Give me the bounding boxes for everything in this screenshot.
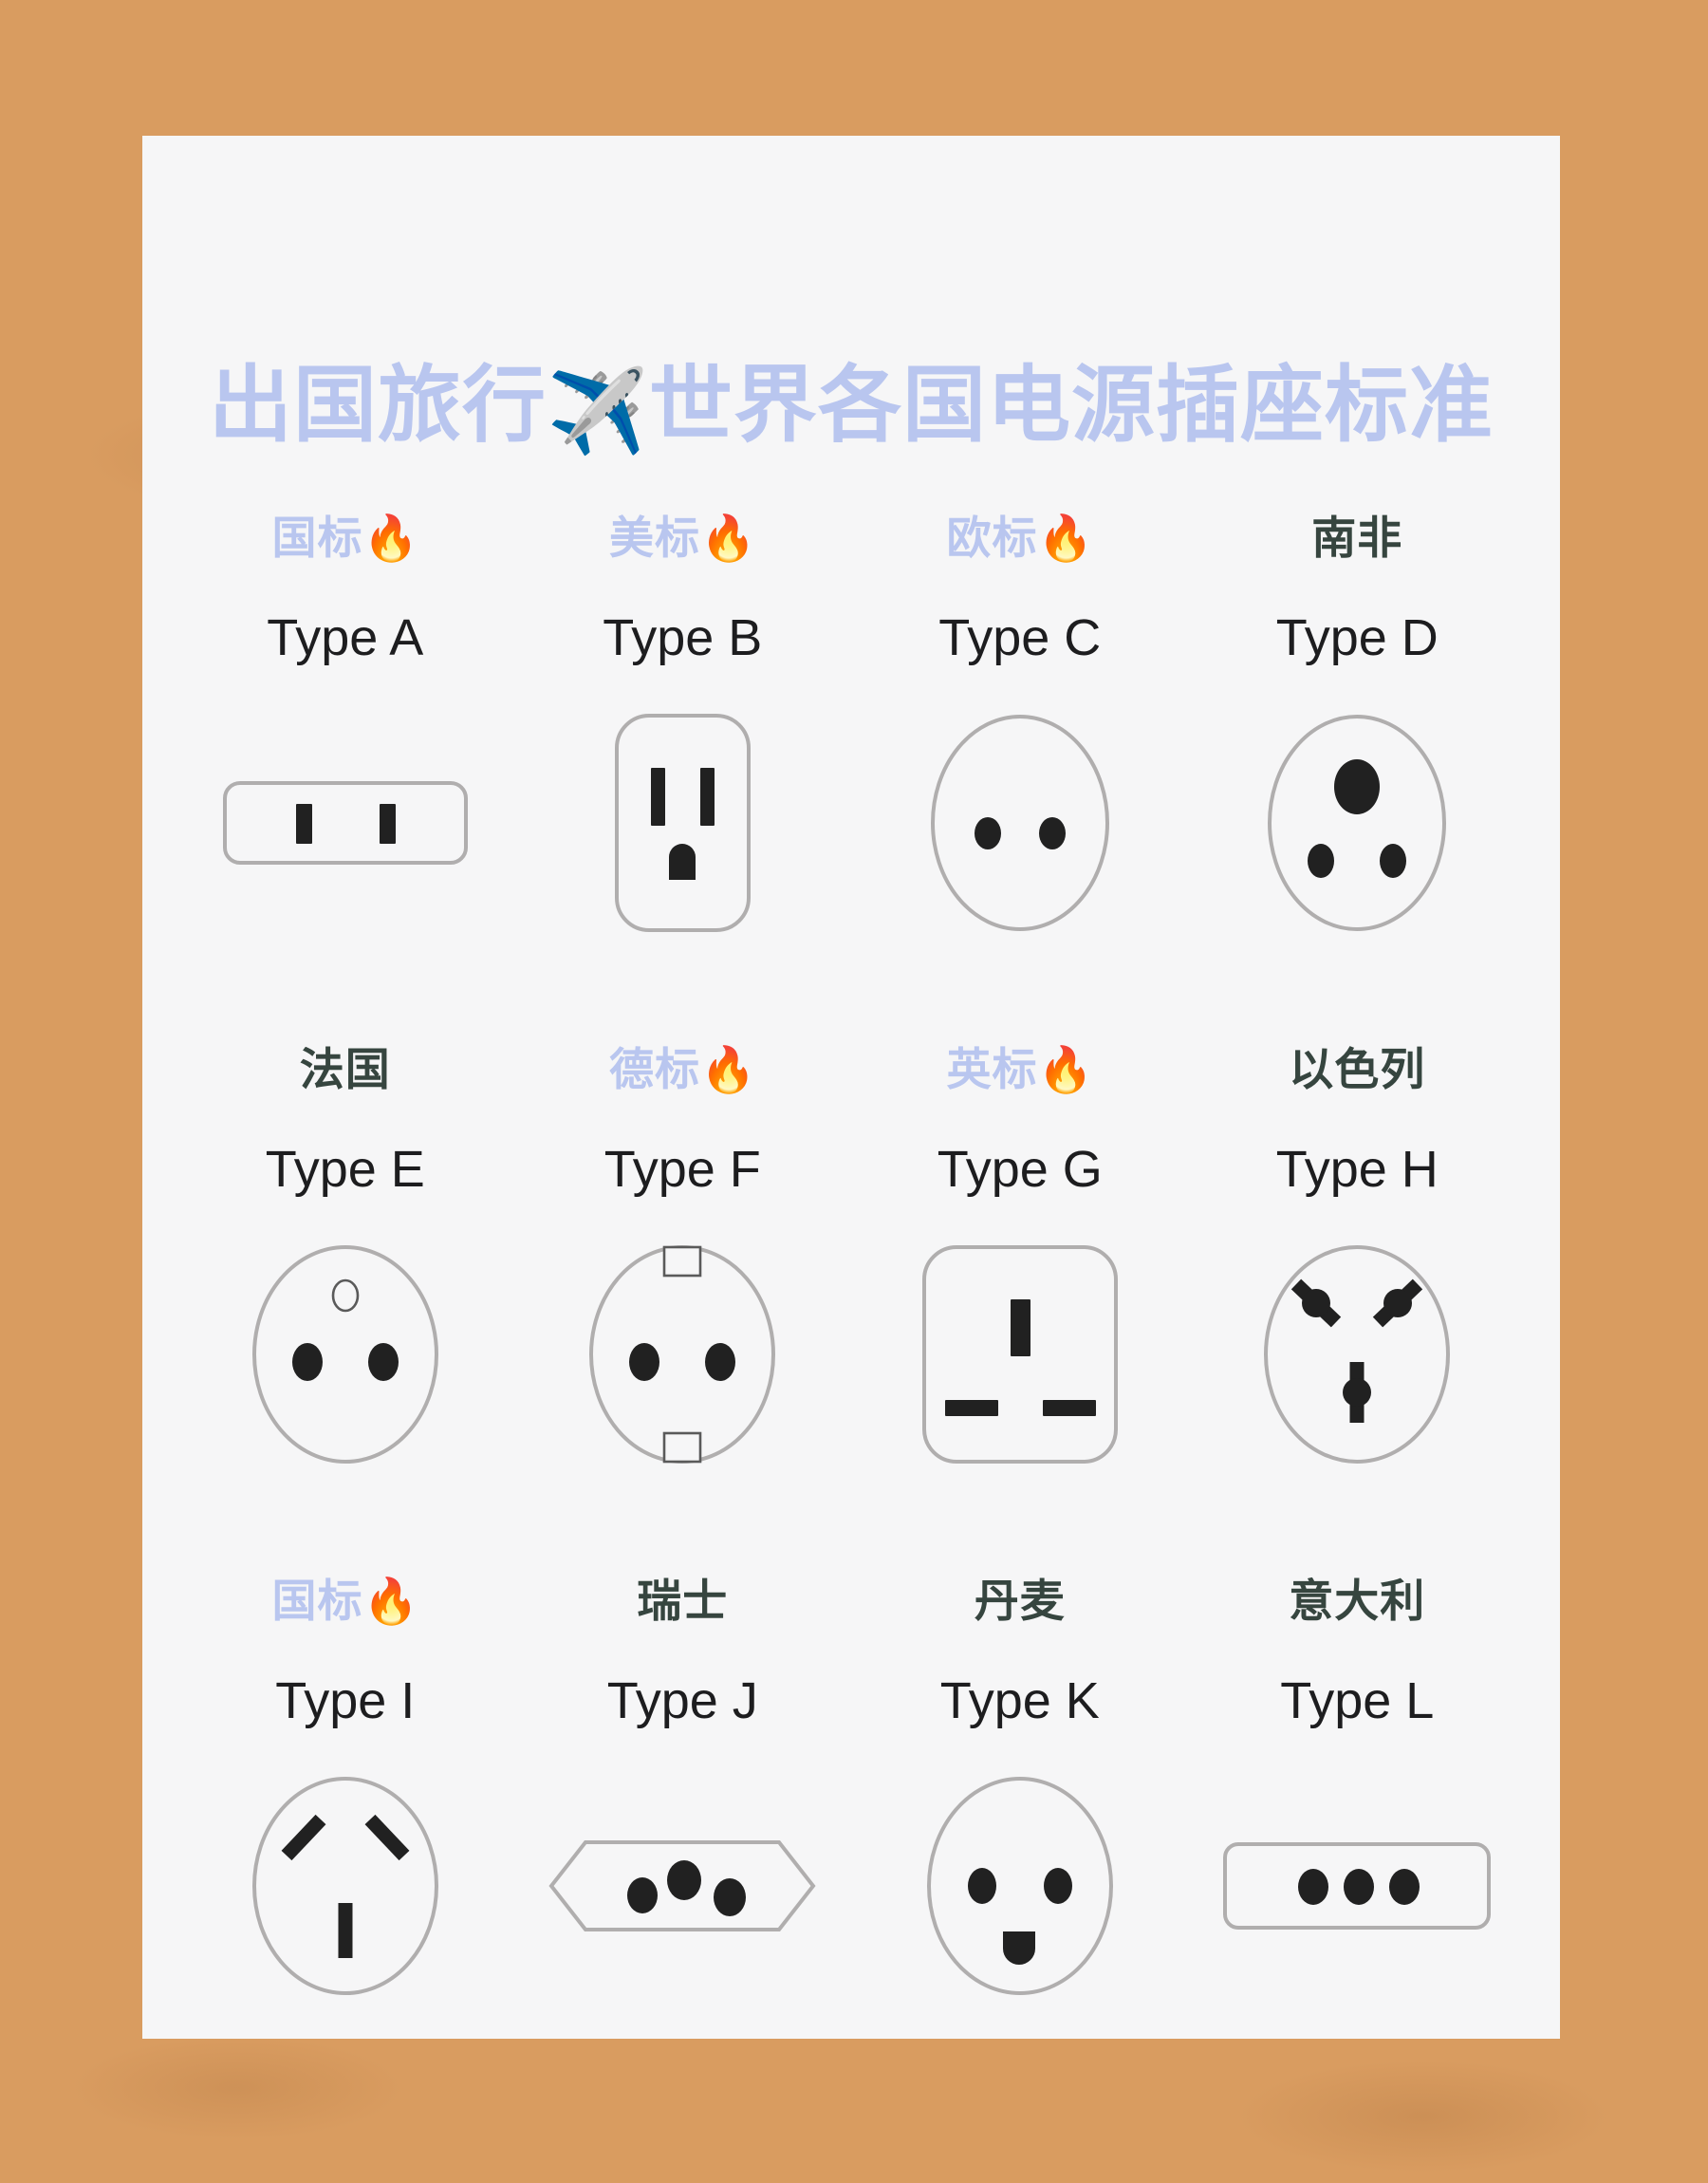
socket-card-type-j[interactable]: 瑞士 Type J: [514, 1578, 852, 2110]
type-label: Type L: [1280, 1672, 1435, 1729]
type-label: Type G: [937, 1141, 1103, 1198]
type-label: Type A: [267, 609, 424, 666]
country-label: 国标🔥: [271, 513, 419, 563]
fire-emoji: 🔥: [362, 1576, 419, 1626]
socket-diagram-type-c: [878, 709, 1162, 937]
socket-diagram-type-k: [878, 1772, 1162, 2000]
page-title: 出国旅行✈️世界各国电源插座标准: [142, 364, 1560, 457]
socket-card-type-b[interactable]: 美标🔥 Type B: [514, 515, 852, 1047]
poster-card: 出国旅行✈️世界各国电源插座标准 国标🔥 Type A 美标🔥 Type B 欧…: [142, 136, 1560, 2039]
country-label: 法国: [299, 1044, 391, 1094]
socket-diagram-type-g: [878, 1241, 1162, 1468]
socket-card-type-e[interactable]: 法国 Type E: [176, 1047, 514, 1578]
type-label: Type K: [939, 1672, 1100, 1729]
socket-card-type-g[interactable]: 英标🔥 Type G: [851, 1047, 1189, 1578]
country-label: 以色列: [1289, 1044, 1426, 1094]
socket-card-type-h[interactable]: 以色列 Type H: [1189, 1047, 1527, 1578]
socket-card-type-i[interactable]: 国标🔥 Type I: [176, 1578, 514, 2110]
fire-emoji: 🔥: [1037, 513, 1094, 563]
socket-grid: 国标🔥 Type A 美标🔥 Type B 欧标🔥 Type C 南非 Type…: [176, 515, 1526, 2110]
socket-diagram-type-d: [1215, 709, 1499, 937]
socket-diagram-type-i: [203, 1772, 488, 2000]
socket-diagram-type-b: [540, 709, 825, 937]
type-label: Type D: [1275, 609, 1439, 666]
type-label: Type E: [265, 1141, 425, 1198]
country-label: 丹麦: [974, 1576, 1066, 1626]
type-label: Type C: [938, 609, 1102, 666]
type-label: Type H: [1275, 1141, 1439, 1198]
country-label: 瑞士: [637, 1576, 729, 1626]
fire-emoji: 🔥: [362, 513, 419, 563]
country-label: 国标🔥: [271, 1576, 419, 1626]
country-label: 德标🔥: [608, 1044, 756, 1094]
socket-card-type-f[interactable]: 德标🔥 Type F: [514, 1047, 852, 1578]
country-label: 美标🔥: [608, 513, 756, 563]
country-label: 欧标🔥: [946, 513, 1094, 563]
fire-emoji: 🔥: [699, 513, 756, 563]
socket-diagram-type-e: [203, 1241, 488, 1468]
type-label: Type J: [606, 1672, 758, 1729]
socket-card-type-d[interactable]: 南非 Type D: [1189, 515, 1527, 1047]
title-text-after: 世界各国电源插座标准: [649, 358, 1494, 452]
socket-diagram-type-l: [1215, 1772, 1499, 2000]
fire-emoji: 🔥: [699, 1044, 756, 1094]
type-label: Type B: [603, 609, 763, 666]
type-label: Type F: [603, 1141, 761, 1198]
socket-card-type-c[interactable]: 欧标🔥 Type C: [851, 515, 1189, 1047]
type-label: Type I: [275, 1672, 416, 1729]
socket-diagram-type-f: [540, 1241, 825, 1468]
socket-card-type-a[interactable]: 国标🔥 Type A: [176, 515, 514, 1047]
country-label: 意大利: [1289, 1576, 1426, 1626]
fire-emoji: 🔥: [1037, 1044, 1094, 1094]
socket-card-type-k[interactable]: 丹麦 Type K: [851, 1578, 1189, 2110]
airplane-emoji: ✈️: [546, 366, 650, 457]
socket-diagram-type-h: [1215, 1241, 1499, 1468]
title-text-before: 出国旅行: [208, 358, 547, 452]
socket-diagram-type-j: [540, 1772, 825, 2000]
socket-card-type-l[interactable]: 意大利 Type L: [1189, 1578, 1527, 2110]
country-label: 英标🔥: [946, 1044, 1094, 1094]
country-label: 南非: [1311, 513, 1403, 563]
socket-diagram-type-a: [203, 709, 488, 937]
